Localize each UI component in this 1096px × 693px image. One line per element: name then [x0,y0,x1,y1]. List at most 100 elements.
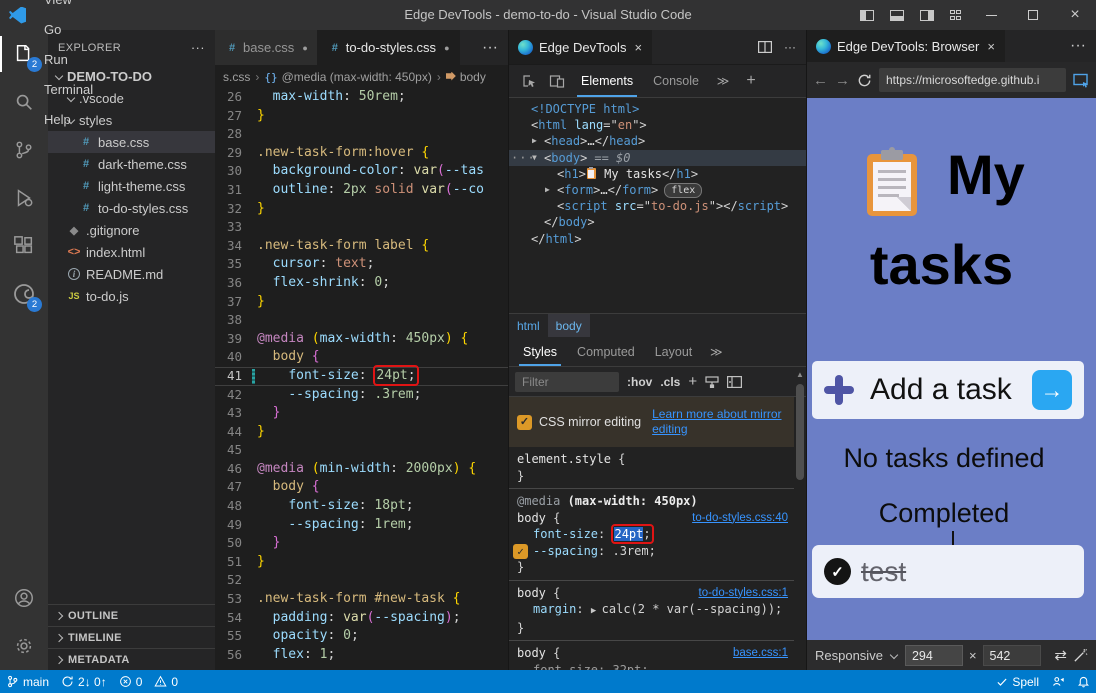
file-row-.gitignore[interactable]: ◆.gitignore [48,219,215,241]
device-mode-select[interactable]: Responsive [815,648,883,663]
dom-node-2[interactable]: ▶<head>…</head> [509,133,806,149]
file-row-to-do.js[interactable]: JSto-do.js [48,285,215,307]
code-line-32[interactable]: 32} [215,200,508,219]
code-line-31[interactable]: 31 outline: 2px solid var(--co [215,181,508,200]
style-line[interactable]: margin: ▶ calc(2 * var(--spacing)); [509,601,794,620]
tab-base.css[interactable]: #base.css● [215,30,318,65]
checked-circle-icon[interactable]: ✓ [824,558,851,585]
styles-tab-computed[interactable]: Computed [567,337,645,366]
toggle-panel-icon[interactable] [890,10,904,21]
dom-crumb-html[interactable]: html [509,314,548,337]
code-line-44[interactable]: 44} [215,423,508,442]
extensions-icon[interactable] [0,222,48,270]
code-line-40[interactable]: 40 body { [215,348,508,367]
width-input[interactable]: 294 [905,645,963,666]
url-field[interactable]: https://microsoftedge.github.i [879,68,1066,92]
more-style-tabs-icon[interactable]: ≫ [702,337,730,366]
expand-arrow-icon[interactable]: ▶ [532,133,537,149]
code-line-47[interactable]: 47 body { [215,478,508,497]
height-input[interactable]: 542 [983,645,1041,666]
dom-node-5[interactable]: ▶<form>…</form>flex [509,182,806,198]
split-editor-icon[interactable] [758,41,772,53]
editor-more-icon[interactable]: ··· [472,30,508,65]
submit-task-button[interactable]: → [1032,370,1072,410]
customize-layout-icon[interactable] [950,10,962,21]
more-tabs-icon[interactable]: ≫ [709,65,737,97]
code-line-48[interactable]: 48 font-size: 18pt; [215,497,508,516]
run-debug-icon[interactable] [0,174,48,222]
file-row-to-do-styles.css[interactable]: #to-do-styles.css [48,197,215,219]
code-line-33[interactable]: 33 [215,218,508,237]
menu-view[interactable]: View [36,0,105,15]
filter-input[interactable] [515,372,619,392]
dom-node-8[interactable]: </html> [509,231,806,247]
devtools-more-icon[interactable]: ··· [784,40,796,54]
accounts-icon[interactable] [0,574,48,622]
minimize-button[interactable] [970,0,1012,30]
dom-node-4[interactable]: <h1> My tasks</h1> [509,166,806,182]
browser-tab[interactable]: Edge DevTools: Browser × [807,30,1005,62]
status-warning[interactable]: 0 [148,670,184,693]
color-format-icon[interactable] [705,376,719,388]
property-checkbox[interactable]: ✓ [513,544,528,559]
add-task-form[interactable]: Add a task → [812,361,1084,419]
code-line-30[interactable]: 30 background-color: var(--tas [215,162,508,181]
menu-terminal[interactable]: Terminal [36,75,105,105]
code-line-37[interactable]: 37} [215,293,508,312]
file-row-light-theme.css[interactable]: #light-theme.css [48,175,215,197]
code-line-49[interactable]: 49 --spacing: 1rem; [215,516,508,535]
file-row-dark-theme.css[interactable]: #dark-theme.css [48,153,215,175]
status-feedback[interactable] [1045,670,1071,693]
code-line-28[interactable]: 28 [215,125,508,144]
code-editor[interactable]: 26 max-width: 50rem;27}2829.new-task-for… [215,88,508,670]
style-line[interactable]: ✓--spacing: .3rem; [509,543,794,560]
devtools-tab-elements[interactable]: Elements [571,65,643,97]
status-sync[interactable]: 2↓ 0↑ [55,670,113,693]
code-line-46[interactable]: 46@media (min-width: 2000px) { [215,460,508,479]
file-row-README.md[interactable]: iREADME.md [48,263,215,285]
style-line[interactable]: font-size: 32pt; [509,662,794,671]
section-timeline[interactable]: TIMELINE [48,626,215,648]
mirror-learn-more-link[interactable]: Learn more about mirror editing [652,407,786,437]
status-error[interactable]: 0 [113,670,149,693]
code-line-39[interactable]: 39@media (max-width: 450px) { [215,330,508,349]
class-button[interactable]: .cls [660,375,680,389]
code-line-26[interactable]: 26 max-width: 50rem; [215,88,508,107]
screencast-icon[interactable] [1073,73,1090,88]
code-line-38[interactable]: 38 [215,311,508,330]
menu-go[interactable]: Go [36,15,105,45]
status-check[interactable]: Spell [990,670,1045,693]
dom-node-0[interactable]: <!DOCTYPE html> [509,101,806,117]
style-line[interactable]: font-size: 24pt; [509,526,794,543]
code-line-56[interactable]: 56 flex: 1; [215,646,508,665]
menu-run[interactable]: Run [36,45,105,75]
status-bell[interactable] [1071,670,1096,693]
breadcrumb-item[interactable]: body [446,70,486,84]
rotate-viewport-icon[interactable]: ⇄ [1054,646,1067,664]
stylesheet-link[interactable]: to-do-styles.css:1 [699,585,788,602]
new-rule-icon[interactable]: + [688,373,697,390]
browser-more-icon[interactable]: ··· [1060,30,1096,62]
dom-node-7[interactable]: </body> [509,214,806,230]
device-emulation-icon[interactable] [543,65,571,97]
code-line-55[interactable]: 55 opacity: 0; [215,627,508,646]
code-line-52[interactable]: 52 [215,571,508,590]
styles-tab-styles[interactable]: Styles [513,337,567,366]
code-line-35[interactable]: 35 cursor: text; [215,255,508,274]
expand-arrow-icon[interactable]: ▶ [545,182,550,198]
code-line-54[interactable]: 54 padding: var(--spacing); [215,609,508,628]
settings-gear-icon[interactable] [0,622,48,670]
code-line-53[interactable]: 53.new-task-form #new-task { [215,590,508,609]
code-line-36[interactable]: 36 flex-shrink: 0; [215,274,508,293]
computed-sidebar-icon[interactable] [727,376,742,388]
breadcrumb-item[interactable]: s.css [223,70,250,84]
add-task-label[interactable]: Add a task [870,373,1012,407]
code-line-29[interactable]: 29.new-task-form:hover { [215,144,508,163]
flex-badge[interactable]: flex [664,183,702,198]
pseudo-state-button[interactable]: :hov [627,375,652,389]
code-line-51[interactable]: 51} [215,553,508,572]
reload-icon[interactable] [857,73,872,88]
close-tab-icon[interactable]: × [634,40,642,55]
code-line-45[interactable]: 45 [215,441,508,460]
completed-task-row[interactable]: ✓ test [812,545,1084,598]
